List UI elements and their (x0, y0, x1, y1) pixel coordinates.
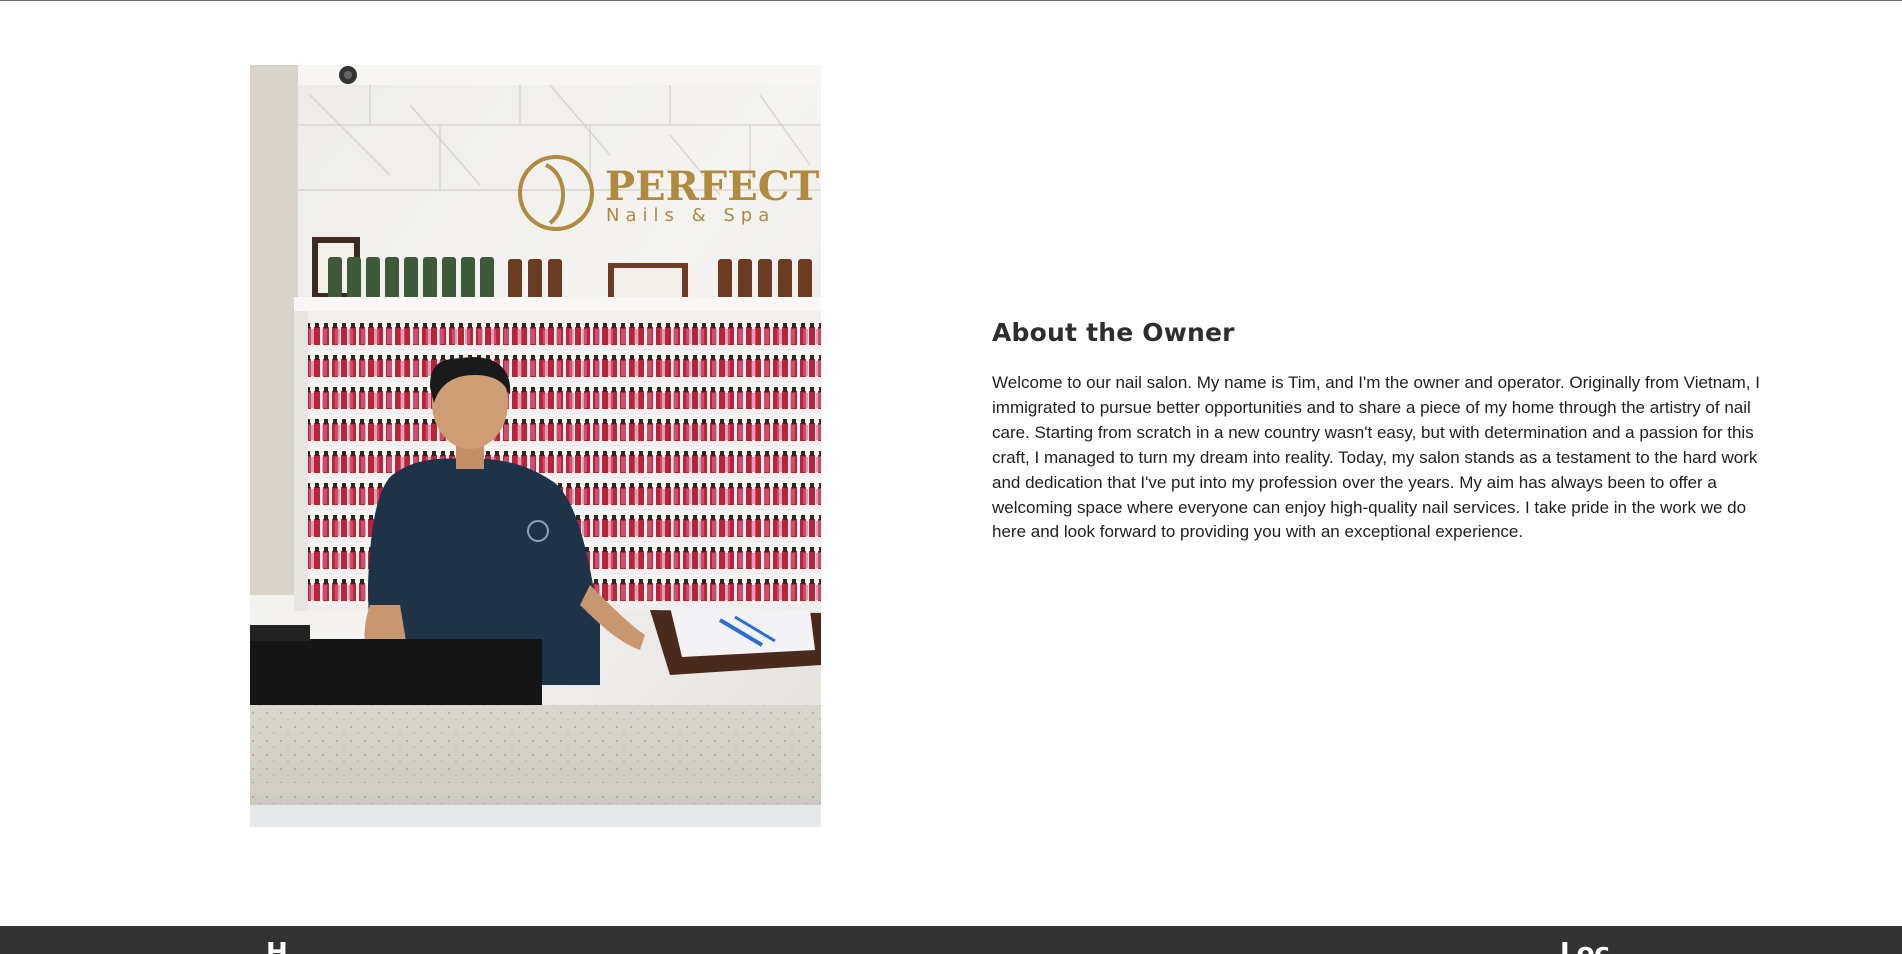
footer-heading-right: Loc (1560, 938, 1610, 954)
svg-text:PERFECT: PERFECT (605, 163, 820, 210)
footer: H Loc (0, 926, 1902, 954)
svg-text:Nails & Spa: Nails & Spa (606, 205, 775, 226)
owner-bio: Welcome to our nail salon. My name is Ti… (992, 373, 1760, 542)
section-heading: About the Owner (992, 318, 1235, 347)
top-divider (0, 0, 1902, 1)
footer-heading-left: H (266, 938, 288, 954)
about-owner-section: About the Owner Welcome to our nail salo… (992, 318, 1782, 545)
owner-photo: PERFECT Nails & Spa (250, 65, 821, 827)
